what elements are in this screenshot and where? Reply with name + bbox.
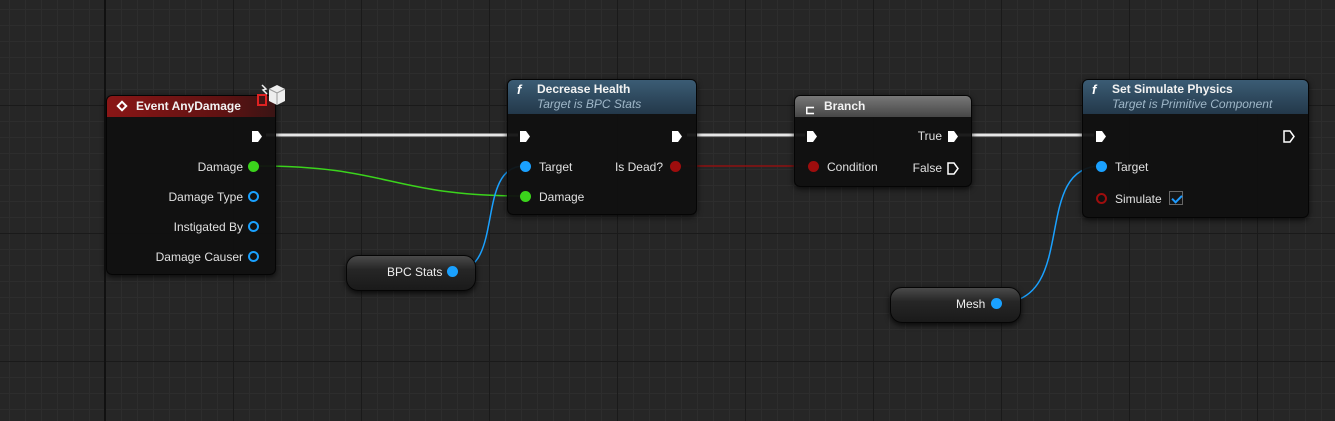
bpc-stats-out-pin[interactable] [447, 266, 458, 277]
setsim-pin-target-label: Target [1115, 160, 1149, 174]
setsim-exec-out-pin[interactable] [1283, 130, 1295, 143]
event-anydamage-node[interactable]: Event AnyDamage Damage Damage Type Insti… [106, 95, 276, 275]
branch-false-pin[interactable] [947, 162, 959, 175]
setsim-pin-simulate[interactable] [1096, 193, 1107, 204]
branch-exec-in-pin[interactable] [806, 130, 818, 143]
setsim-node-title: Set Simulate Physics [1112, 82, 1233, 96]
decrease-pin-target-label: Target [539, 160, 573, 174]
decrease-pin-isdead-label: Is Dead? [614, 160, 663, 174]
simulate-checkbox[interactable] [1169, 191, 1183, 205]
event-pin-instigatedby[interactable] [248, 221, 259, 232]
wire-damage [257, 165, 525, 197]
setsim-node-subtitle: Target is Primitive Component [1112, 97, 1273, 111]
decrease-pin-damage-label: Damage [539, 190, 585, 204]
decrease-pin-target[interactable] [520, 161, 531, 172]
branch-icon: ⊏ [805, 103, 816, 117]
replication-cube-icon [257, 84, 286, 106]
function-icon: f [517, 82, 522, 97]
decrease-exec-out-pin[interactable] [671, 130, 683, 143]
event-pin-damagetype-label: Damage Type [168, 190, 244, 204]
bpc-stats-label: BPC Stats [387, 265, 443, 279]
branch-node-title: Branch [824, 99, 866, 113]
event-pin-instigatedby-label: Instigated By [173, 220, 243, 234]
setsim-node-header[interactable]: f Set Simulate Physics Target is Primiti… [1083, 80, 1308, 114]
set-simulate-physics-node[interactable]: f Set Simulate Physics Target is Primiti… [1082, 79, 1309, 218]
decrease-pin-isdead[interactable] [670, 161, 681, 172]
branch-node-header[interactable]: ⊏ Branch [795, 96, 971, 117]
branch-true-label: True [917, 129, 942, 143]
branch-false-label: False [912, 161, 942, 175]
event-pin-damage-label: Damage [197, 160, 243, 174]
mesh-out-pin[interactable] [991, 298, 1002, 309]
setsim-pin-simulate-label: Simulate [1115, 192, 1162, 206]
branch-condition-pin[interactable] [808, 161, 819, 172]
bpc-stats-variable-node[interactable]: BPC Stats [346, 255, 476, 291]
decrease-node-title: Decrease Health [537, 82, 631, 96]
branch-true-pin[interactable] [947, 130, 959, 143]
setsim-pin-target[interactable] [1096, 161, 1107, 172]
decrease-node-header[interactable]: f Decrease Health Target is BPC Stats [508, 80, 696, 114]
decrease-pin-damage[interactable] [520, 191, 531, 202]
function-icon: f [1092, 82, 1097, 97]
event-node-header[interactable]: Event AnyDamage [107, 96, 275, 117]
event-exec-out-pin[interactable] [251, 130, 263, 143]
mesh-variable-node[interactable]: Mesh [890, 287, 1021, 323]
branch-condition-label: Condition [827, 160, 878, 174]
event-diamond-icon [116, 100, 128, 112]
branch-node[interactable]: ⊏ Branch True Condition False [794, 95, 972, 187]
event-pin-damage[interactable] [248, 161, 259, 172]
event-pin-damagecauser-label: Damage Causer [155, 250, 243, 264]
event-pin-damagetype[interactable] [248, 191, 259, 202]
decrease-node-subtitle: Target is BPC Stats [537, 97, 642, 111]
decrease-exec-in-pin[interactable] [519, 130, 531, 143]
event-node-title: Event AnyDamage [136, 99, 241, 113]
setsim-exec-in-pin[interactable] [1095, 130, 1107, 143]
mesh-label: Mesh [956, 297, 986, 311]
event-pin-damagecauser[interactable] [248, 251, 259, 262]
decrease-health-node[interactable]: f Decrease Health Target is BPC Stats Ta… [507, 79, 697, 215]
